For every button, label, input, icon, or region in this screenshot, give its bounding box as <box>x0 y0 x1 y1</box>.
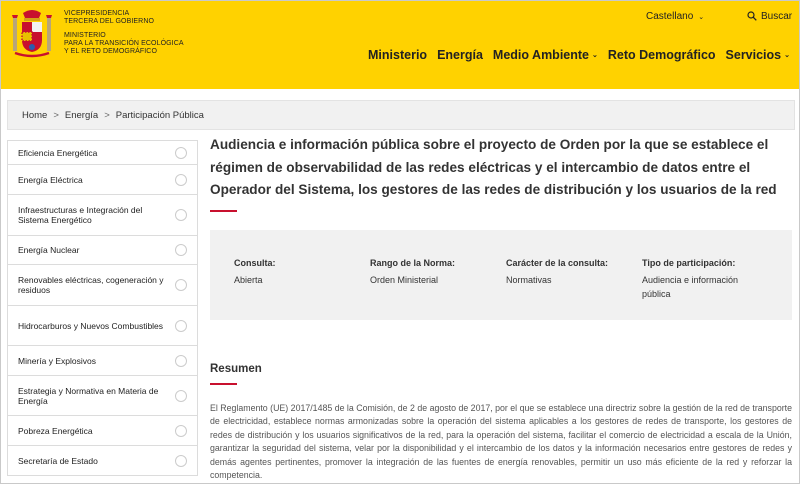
circle-icon <box>175 424 187 437</box>
circle-icon <box>175 244 187 256</box>
resumen-heading: Resumen <box>210 363 262 375</box>
ministry-line: Y EL RETO DEMOGRÁFICO <box>64 48 157 55</box>
sidebar-item-label: Energía Eléctrica <box>18 174 83 185</box>
breadcrumb: Home > Energía > Participación Pública <box>7 100 795 130</box>
nav-label: Servicios <box>725 48 782 62</box>
sidebar-item-label: Estrategia y Normativa en Materia de Ene… <box>18 385 159 406</box>
circle-icon <box>175 319 187 332</box>
info-label: Carácter de la consulta: <box>506 258 609 268</box>
gov-line: VICEPRESIDENCIA <box>64 10 130 17</box>
search-label: Buscar <box>761 11 793 22</box>
circle-icon <box>175 389 187 402</box>
resumen-text: El Reglamento (UE) 2017/1485 de la Comis… <box>210 403 792 481</box>
info-label: Rango de la Norma: <box>370 258 456 268</box>
breadcrumb-energia[interactable]: Energía <box>65 110 98 121</box>
breadcrumb-participacion[interactable]: Participación Pública <box>116 110 204 121</box>
gov-line: TERCERA DEL GOBIERNO <box>64 18 155 25</box>
nav-label: Reto Demográfico <box>607 48 716 62</box>
sidebar-item-label: Minería y Explosivos <box>18 355 96 366</box>
info-consulta: Consulta: Abierta <box>234 256 354 287</box>
chevron-right-icon: > <box>53 110 59 121</box>
info-value: Normativas <box>506 275 552 285</box>
language-label: Castellano <box>646 11 694 22</box>
nav-item-servicios[interactable]: Servicios ⌄ <box>726 48 790 62</box>
sidebar-item-hidrocarburos[interactable]: Hidrocarburos y Nuevos Combustibles <box>7 306 198 346</box>
sidebar-item-label: Renovables eléctricas, cogeneración y re… <box>18 275 164 295</box>
sidebar-item-infraestructuras[interactable]: Infraestructuras e Integración del Siste… <box>7 195 198 236</box>
sidebar-item-mineria[interactable]: Minería y Explosivos <box>7 346 198 376</box>
sidebar-item-label: Eficiencia Energética <box>18 147 98 158</box>
search-button[interactable]: Buscar <box>747 11 792 22</box>
nav-item-medio-ambiente[interactable]: Medio Ambiente ⌄ <box>493 48 598 62</box>
sidebar-item-label: Hidrocarburos y Nuevos Combustibles <box>18 320 164 331</box>
sidebar-item-secretaria[interactable]: Secretaría de Estado <box>7 446 198 476</box>
info-value: Audiencia e información pública <box>642 275 739 299</box>
info-caracter: Carácter de la consulta: Normativas <box>506 256 631 287</box>
info-value: Orden Ministerial <box>370 275 439 285</box>
sidebar-item-pobreza[interactable]: Pobreza Energética <box>7 416 198 446</box>
language-selector[interactable]: Castellano ⌄ <box>646 11 704 22</box>
info-value: Abierta <box>234 275 263 285</box>
nav-label: Medio Ambiente <box>492 48 589 62</box>
resumen-underline <box>210 383 237 385</box>
sidebar-item-label: Energía Nuclear <box>18 245 80 255</box>
breadcrumb-home[interactable]: Home <box>22 110 47 121</box>
sidebar-item-label: Infraestructuras e Integración del Siste… <box>18 205 143 225</box>
site-header: VICEPRESIDENCIA TERCERA DEL GOBIERNO MIN… <box>1 1 799 89</box>
sidebar-item-label: Pobreza Energética <box>18 425 93 436</box>
sidebar-item-renovables[interactable]: Renovables eléctricas, cogeneración y re… <box>7 265 198 306</box>
sidebar-item-energia-electrica[interactable]: Energía Eléctrica <box>7 165 198 195</box>
sidebar-menu: Eficiencia Energética Energía Eléctrica … <box>7 140 198 476</box>
ministry-line: PARA LA TRANSICIÓN ECOLÓGICA <box>64 40 184 47</box>
circle-icon <box>175 209 187 221</box>
info-label: Consulta: <box>234 258 276 268</box>
info-tipo: Tipo de participación: Audiencia e infor… <box>642 256 762 301</box>
nav-item-energia[interactable]: Energía <box>437 48 483 62</box>
circle-icon <box>175 279 187 291</box>
info-rango: Rango de la Norma: Orden Ministerial <box>370 256 490 287</box>
chevron-down-icon: ⌄ <box>698 14 705 21</box>
nav-item-reto-demografico[interactable]: Reto Demográfico <box>608 48 716 62</box>
circle-icon <box>175 454 187 467</box>
sidebar-item-label: Secretaría de Estado <box>18 455 98 466</box>
circle-icon <box>175 173 187 186</box>
nav-label: Ministerio <box>368 48 428 62</box>
nav-label: Energía <box>437 48 483 62</box>
main-content: Audiencia e información pública sobre el… <box>210 134 792 480</box>
title-underline <box>210 209 237 212</box>
page-title: Audiencia e información pública sobre el… <box>210 137 777 197</box>
sidebar-item-eficiencia[interactable]: Eficiencia Energética <box>7 140 198 165</box>
coat-of-arms-logo[interactable] <box>9 9 55 61</box>
chevron-down-icon: ⌄ <box>592 52 598 59</box>
chevron-down-icon: ⌄ <box>784 52 790 59</box>
search-icon <box>747 11 757 21</box>
nav-item-ministerio[interactable]: Ministerio <box>368 48 427 62</box>
main-nav: Ministerio Energía Medio Ambiente ⌄ Reto … <box>368 48 790 62</box>
sidebar-item-nuclear[interactable]: Energía Nuclear <box>7 236 198 265</box>
consultation-info-panel: Consulta: Abierta Rango de la Norma: Ord… <box>210 230 792 320</box>
chevron-right-icon: > <box>104 110 110 121</box>
circle-icon <box>175 354 187 367</box>
circle-icon <box>175 146 187 159</box>
government-name[interactable]: VICEPRESIDENCIA TERCERA DEL GOBIERNO MIN… <box>64 10 184 56</box>
info-label: Tipo de participación: <box>642 258 736 268</box>
ministry-line: MINISTERIO <box>64 32 106 39</box>
sidebar-item-estrategia[interactable]: Estrategia y Normativa en Materia de Ene… <box>7 376 198 416</box>
